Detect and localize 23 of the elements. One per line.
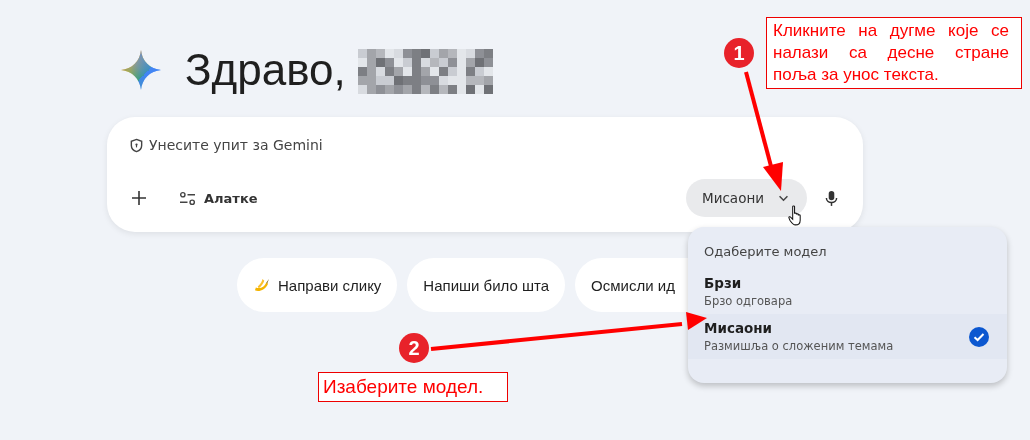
annotation-note: Изаберите модел.: [318, 372, 508, 402]
caret-icon: [778, 194, 789, 202]
sliders-icon: [179, 190, 196, 206]
option-name: Мисаони: [704, 320, 774, 336]
option-name: Брзи: [704, 275, 743, 291]
prompt-field[interactable]: Унесите упит за Gemini: [149, 135, 549, 155]
menu-title: Одаберите модел: [703, 244, 828, 259]
hand-cursor-icon: [788, 205, 803, 226]
option-description: Размишља о сложеним темама: [704, 339, 895, 353]
shield-icon: [129, 137, 144, 153]
suggestion-chip[interactable]: Напиши било шта: [407, 258, 566, 312]
microphone-icon: [824, 189, 838, 207]
model-option[interactable]: Мисаони Размишља о сложеним темама: [688, 314, 1007, 359]
check-icon: [969, 326, 989, 347]
plus-icon: [131, 190, 147, 206]
greeting-text: Здраво,: [185, 45, 346, 95]
step-badge: 2: [399, 333, 429, 363]
suggestion-chip[interactable]: Направи слику: [237, 258, 398, 312]
sparkle-icon: [121, 50, 161, 90]
annotation-note: Кликните на дугме које се налази са десне стране поља за унос текста.: [766, 17, 1022, 89]
step-badge: 1: [724, 38, 754, 68]
model-button[interactable]: Мисаони: [686, 179, 807, 217]
tools-button[interactable]: Алатке: [175, 186, 262, 210]
